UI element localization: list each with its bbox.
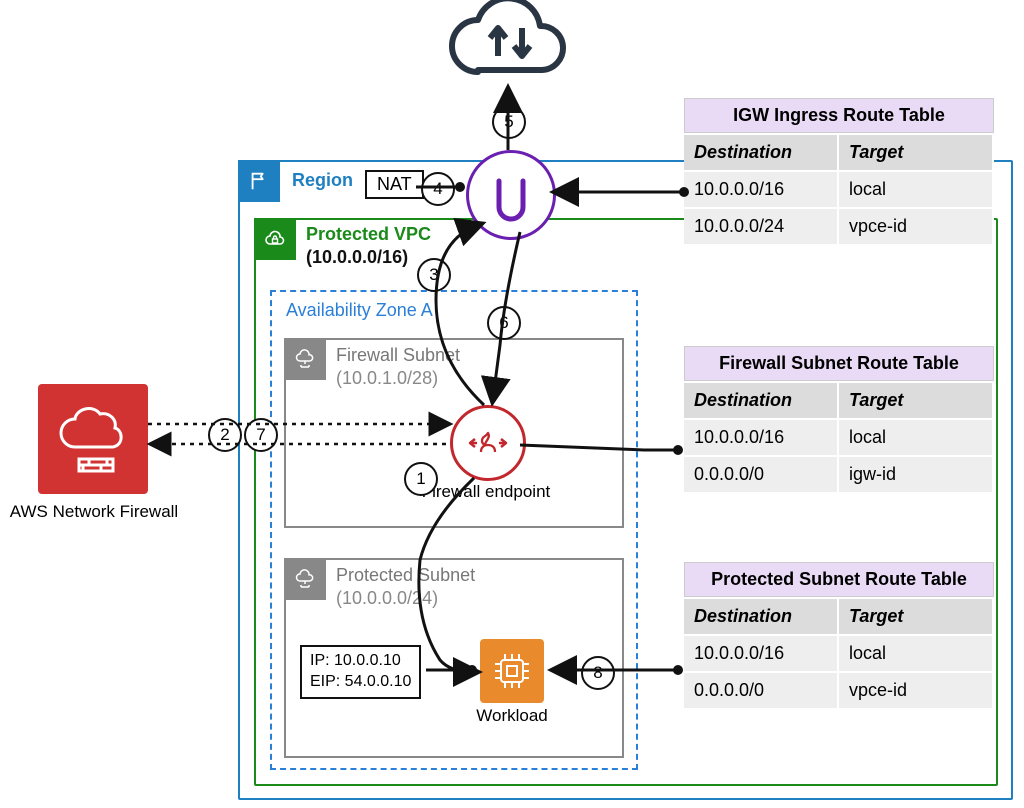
connectors [0, 0, 1024, 808]
diagram-canvas: Region Protected VPC (10.0.0.0/16) Avail… [0, 0, 1024, 808]
